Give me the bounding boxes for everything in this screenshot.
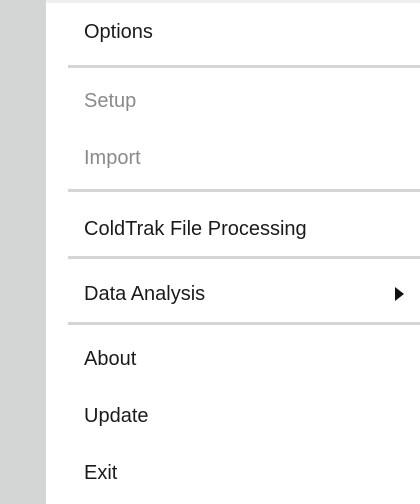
menu-separator	[68, 189, 420, 192]
menu-separator	[68, 65, 420, 68]
menu-item-label: Exit	[84, 461, 118, 484]
menu-item-setup: Setup	[46, 79, 420, 123]
menu-item-options[interactable]: Options	[46, 10, 420, 54]
menu-item-label: About	[84, 347, 137, 370]
menu-separator	[68, 256, 420, 259]
menu-icon-gutter	[0, 0, 46, 504]
menu-item-coldtrak-file-processing[interactable]: ColdTrak File Processing	[46, 207, 420, 251]
menu-item-exit[interactable]: Exit	[46, 451, 420, 495]
menu-item-label: Setup	[84, 89, 137, 112]
menu-item-label: Data Analysis	[84, 282, 206, 305]
menu-item-label: Update	[84, 404, 149, 427]
menu-item-import: Import	[46, 136, 420, 180]
context-menu: Options Setup Import ColdTrak File Proce…	[0, 0, 420, 504]
menu-separator	[68, 322, 420, 325]
menu-item-update[interactable]: Update	[46, 394, 420, 438]
submenu-arrow-icon	[395, 287, 404, 301]
menu-item-label: Import	[84, 146, 141, 169]
menu-item-label: ColdTrak File Processing	[84, 217, 307, 240]
menu-top-edge	[46, 0, 420, 3]
menu-item-about[interactable]: About	[46, 337, 420, 381]
menu-item-data-analysis[interactable]: Data Analysis	[46, 272, 420, 316]
menu-item-label: Options	[84, 20, 153, 43]
